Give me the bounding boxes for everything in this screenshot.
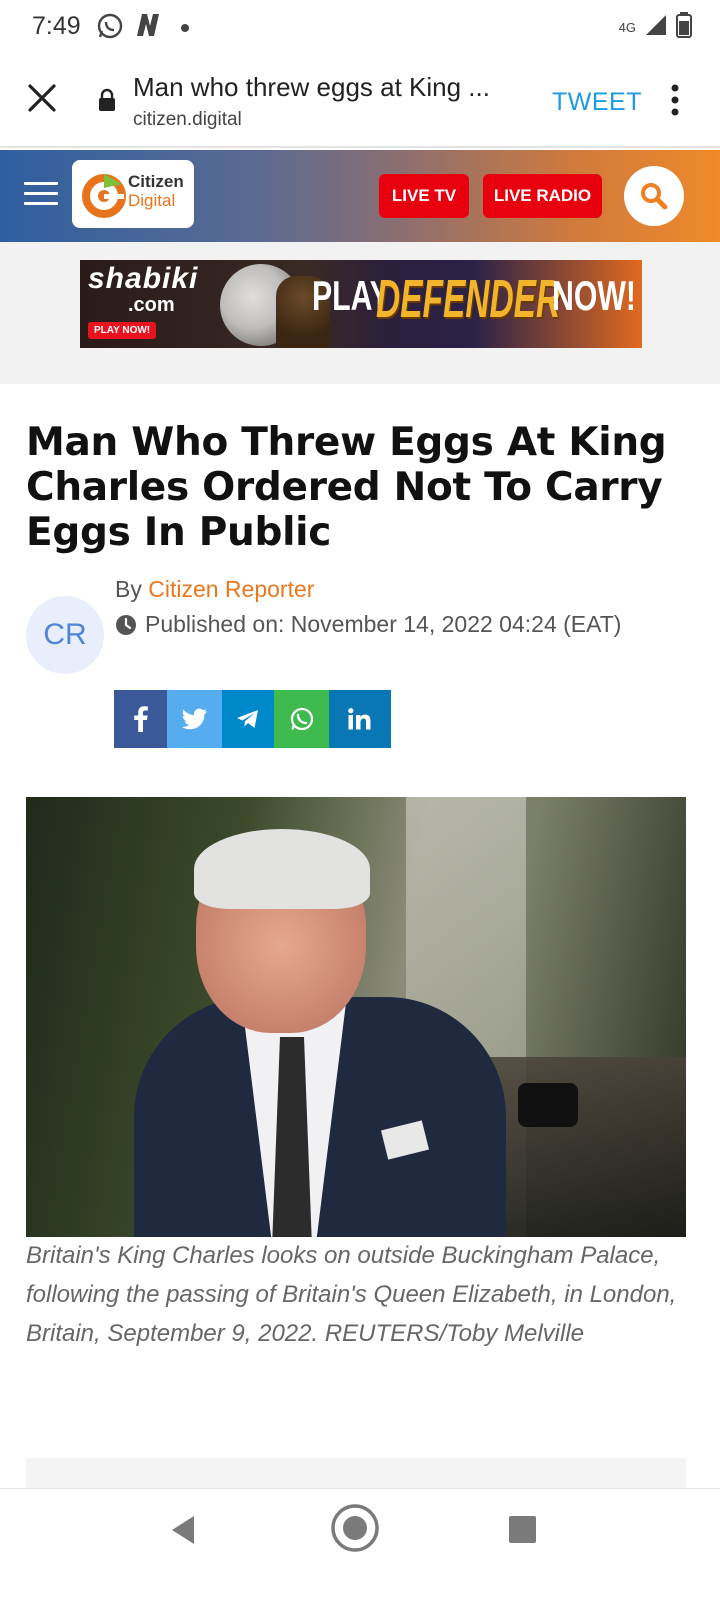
article-headline: Man Who Threw Eggs At King Charles Order…	[26, 420, 667, 555]
citizen-logo-icon	[82, 174, 126, 218]
search-button[interactable]	[624, 166, 684, 226]
ad-play-now-badge: PLAY NOW!	[88, 322, 157, 339]
recents-icon[interactable]	[509, 1516, 536, 1543]
page-title[interactable]: Man who threw eggs at King ...	[133, 72, 513, 103]
signal-icon	[644, 13, 668, 42]
published-date: Published on: November 14, 2022 04:24 (E…	[115, 611, 621, 638]
share-facebook-button[interactable]	[114, 690, 167, 748]
share-bar	[114, 690, 391, 748]
lock-icon[interactable]	[98, 88, 116, 117]
n-app-icon	[134, 12, 162, 43]
dot-icon	[180, 20, 190, 38]
whatsapp-icon	[96, 12, 124, 45]
facebook-icon	[133, 706, 148, 732]
ad-banner[interactable]: shabiki .com PLAY NOW! PLAY DEFENDER NOW…	[80, 260, 642, 348]
image-caption: Britain's King Charles looks on outside …	[26, 1242, 677, 1347]
system-nav-bar	[0, 1488, 720, 1600]
share-whatsapp-button[interactable]	[274, 690, 329, 748]
byline-prefix: By	[115, 576, 142, 602]
ad-headline-now: NOW!	[552, 272, 636, 319]
live-radio-button[interactable]: LIVE RADIO	[483, 174, 602, 218]
logo-text-primary: Citizen	[128, 172, 184, 191]
twitter-icon	[181, 708, 207, 730]
author-link[interactable]: Citizen Reporter	[148, 576, 314, 602]
home-icon[interactable]	[330, 1503, 380, 1558]
byline: By Citizen Reporter	[115, 576, 314, 603]
telegram-icon	[237, 710, 258, 728]
site-logo[interactable]: Citizen Digital	[72, 160, 194, 228]
ad-headline-game: DEFENDER	[376, 269, 561, 329]
share-twitter-button[interactable]	[167, 690, 222, 748]
battery-icon	[676, 12, 692, 43]
back-icon[interactable]	[170, 1515, 196, 1550]
article-image[interactable]	[26, 797, 686, 1237]
menu-icon[interactable]	[24, 182, 58, 206]
share-linkedin-button[interactable]	[329, 690, 391, 748]
clock-icon	[116, 614, 136, 635]
network-type: 4G	[618, 20, 636, 35]
photo-camera-shape	[518, 1083, 578, 1127]
logo-text-secondary: Digital	[128, 191, 176, 210]
whatsapp-icon	[290, 707, 313, 731]
next-content-block	[26, 1458, 686, 1488]
author-avatar[interactable]: CR	[26, 596, 104, 674]
status-bar: 7:49 4G	[0, 0, 720, 52]
ad-brand: shabiki	[88, 262, 199, 295]
live-tv-button[interactable]: LIVE TV	[379, 174, 469, 218]
search-icon	[641, 183, 668, 210]
share-telegram-button[interactable]	[222, 690, 274, 748]
linkedin-icon	[348, 708, 371, 730]
page-domain[interactable]: citizen.digital	[133, 109, 242, 131]
browser-toolbar: Man who threw eggs at King ... citizen.d…	[0, 52, 720, 148]
site-header: Citizen Digital LIVE TV LIVE RADIO	[0, 150, 720, 242]
close-icon[interactable]	[22, 78, 62, 118]
more-options-icon[interactable]	[670, 84, 680, 116]
ad-brand-suffix: .com	[128, 294, 175, 316]
published-text: Published on: November 14, 2022 04:24 (E…	[145, 611, 622, 637]
status-time: 7:49	[32, 12, 81, 40]
tweet-button[interactable]: TWEET	[552, 88, 642, 117]
ad-area: shabiki .com PLAY NOW! PLAY DEFENDER NOW…	[0, 242, 720, 384]
